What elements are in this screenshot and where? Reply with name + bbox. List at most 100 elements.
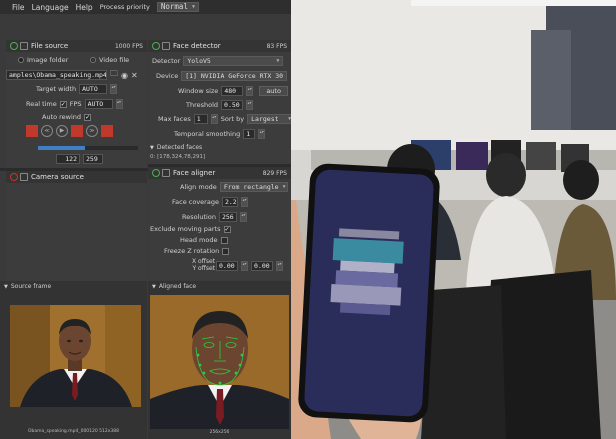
x-offset-label: X offset: [192, 258, 215, 265]
temporal-smoothing-input[interactable]: 1: [243, 129, 256, 139]
skip-last-button[interactable]: [101, 125, 113, 137]
frame-current-input[interactable]: 122: [56, 154, 80, 164]
power-icon[interactable]: [10, 173, 18, 181]
skip-first-button[interactable]: [26, 125, 38, 137]
power-icon[interactable]: [152, 169, 160, 177]
device-row: Device [1] NVIDIA GeForce RTX 30▼: [156, 71, 288, 81]
chevron-down-icon: ▼: [191, 4, 195, 10]
path-row: amples\Obama_speaking.mp4 🗀 ◉ ✕: [6, 68, 138, 82]
settings-icon[interactable]: [20, 173, 28, 181]
settings-icon[interactable]: [20, 42, 28, 50]
process-priority-select[interactable]: Normal ▼: [156, 2, 199, 12]
threshold-spinner[interactable]: ▴▾: [246, 100, 254, 110]
app-window: File Language Help Process priority Norm…: [0, 0, 291, 439]
close-icon[interactable]: ✕: [131, 71, 138, 80]
fps-input[interactable]: AUTO: [84, 99, 113, 109]
exclude-moving-parts-row: Exclude moving parts ✓: [150, 225, 231, 233]
window-size-input[interactable]: 480: [221, 86, 244, 96]
y-offset-label: Y offset: [192, 265, 215, 272]
source-frame-image: [10, 305, 141, 407]
detector-select[interactable]: YoloV5 ▼: [183, 56, 284, 66]
face-aligner-fps: 829 FPS: [262, 169, 287, 177]
video-file-radio[interactable]: [90, 57, 96, 63]
settings-icon[interactable]: [162, 42, 170, 50]
chevron-down-icon: ▼: [152, 283, 156, 290]
settings-icon[interactable]: [162, 169, 170, 177]
rewind-button[interactable]: ≪: [41, 125, 53, 137]
office-photo: [291, 0, 616, 439]
power-icon[interactable]: [10, 42, 18, 50]
threshold-input[interactable]: 0.50: [221, 100, 244, 110]
play-button[interactable]: ▶: [56, 125, 68, 137]
align-mode-value: From rectangle: [223, 183, 279, 191]
sort-by-select[interactable]: Largest ▼: [247, 114, 291, 124]
target-width-row: Target width AUTO ▴▾: [36, 84, 118, 94]
temporal-smoothing-spinner[interactable]: ▴▾: [258, 129, 266, 139]
folder-icon[interactable]: 🗀: [110, 68, 118, 82]
frame-total-value: 259: [83, 154, 103, 164]
process-priority-value: Normal: [160, 2, 188, 11]
auto-rewind-checkbox[interactable]: ✓: [84, 113, 92, 121]
detector-label: Detector: [152, 57, 181, 65]
sort-by-label: Sort by: [220, 115, 245, 123]
face-detector-title: Face detector: [173, 42, 221, 50]
face-coverage-input[interactable]: 2.2: [221, 197, 238, 207]
fps-spinner[interactable]: ▴▾: [115, 99, 123, 109]
camera-source-panel: Camera source: [6, 171, 147, 281]
head-mode-label: Head mode: [180, 236, 218, 244]
fps-label: FPS: [69, 100, 82, 108]
pause-button[interactable]: [71, 125, 83, 137]
image-folder-radio[interactable]: [18, 57, 24, 63]
align-mode-label: Align mode: [180, 183, 217, 191]
max-faces-input[interactable]: 1: [193, 114, 208, 124]
face-coverage-row: Face coverage 2.2 ▴▾: [172, 197, 248, 207]
freeze-z-checkbox[interactable]: [222, 247, 230, 255]
window-size-label: Window size: [178, 87, 219, 95]
exclude-moving-parts-label: Exclude moving parts: [150, 225, 221, 233]
forward-button[interactable]: ≫: [86, 125, 98, 137]
power-icon[interactable]: [152, 42, 160, 50]
x-offset-input[interactable]: 0.00: [216, 261, 238, 271]
detected-face-item: 0: [178,324,78,291]: [150, 154, 206, 160]
face-aligner-title: Face aligner: [173, 169, 216, 177]
face-coverage-spinner[interactable]: ▴▾: [240, 197, 248, 207]
offset-labels: X offset Y offset: [192, 258, 215, 272]
y-offset-input[interactable]: 0.00: [251, 261, 273, 271]
frame-slider[interactable]: [38, 146, 138, 150]
device-select[interactable]: [1] NVIDIA GeForce RTX 30▼: [181, 71, 288, 81]
menu-language[interactable]: Language: [32, 3, 69, 12]
camera-source-title-bar: Camera source: [6, 171, 147, 183]
x-offset-spinner[interactable]: ▴▾: [241, 261, 248, 271]
y-offset-spinner[interactable]: ▴▾: [276, 261, 283, 271]
source-frame-header[interactable]: ▼ Source frame: [4, 283, 51, 290]
frame-slider-fill: [38, 146, 85, 150]
window-size-spinner[interactable]: ▴▾: [246, 86, 254, 96]
real-time-checkbox[interactable]: ✓: [59, 100, 67, 108]
aligned-face-header[interactable]: ▼ Aligned face: [152, 283, 196, 290]
resolution-input[interactable]: 256: [218, 212, 237, 222]
offset-inputs: 0.00 ▴▾ 0.00 ▴▾: [216, 261, 283, 271]
head-mode-checkbox[interactable]: [220, 236, 228, 244]
menu-file[interactable]: File: [12, 3, 25, 12]
sort-by-value: Largest: [251, 115, 279, 123]
freeze-z-row: Freeze Z rotation: [164, 247, 230, 255]
max-faces-spinner[interactable]: ▴▾: [210, 114, 218, 124]
exclude-moving-parts-checkbox[interactable]: ✓: [223, 225, 231, 233]
menu-help[interactable]: Help: [76, 3, 93, 12]
video-file-option[interactable]: Video file: [90, 56, 129, 64]
office-photo-image: [291, 0, 616, 439]
file-source-title: File source: [31, 42, 69, 50]
eye-icon[interactable]: ◉: [121, 71, 128, 80]
resolution-spinner[interactable]: ▴▾: [239, 212, 247, 222]
max-faces-label: Max faces: [158, 115, 191, 123]
detector-row: Detector YoloV5 ▼: [152, 56, 284, 66]
auto-button[interactable]: auto: [259, 86, 288, 96]
path-input[interactable]: amples\Obama_speaking.mp4: [6, 70, 107, 80]
target-width-input[interactable]: AUTO: [79, 84, 108, 94]
align-mode-select[interactable]: From rectangle ▼: [219, 182, 288, 192]
image-folder-option[interactable]: Image folder: [18, 56, 68, 64]
detected-faces-header[interactable]: ▼ Detected faces: [150, 144, 202, 151]
target-width-spinner[interactable]: ▴▾: [110, 84, 118, 94]
resolution-row: Resolution 256 ▴▾: [182, 212, 247, 222]
face-aligner-title-bar: Face aligner 829 FPS: [148, 167, 291, 179]
